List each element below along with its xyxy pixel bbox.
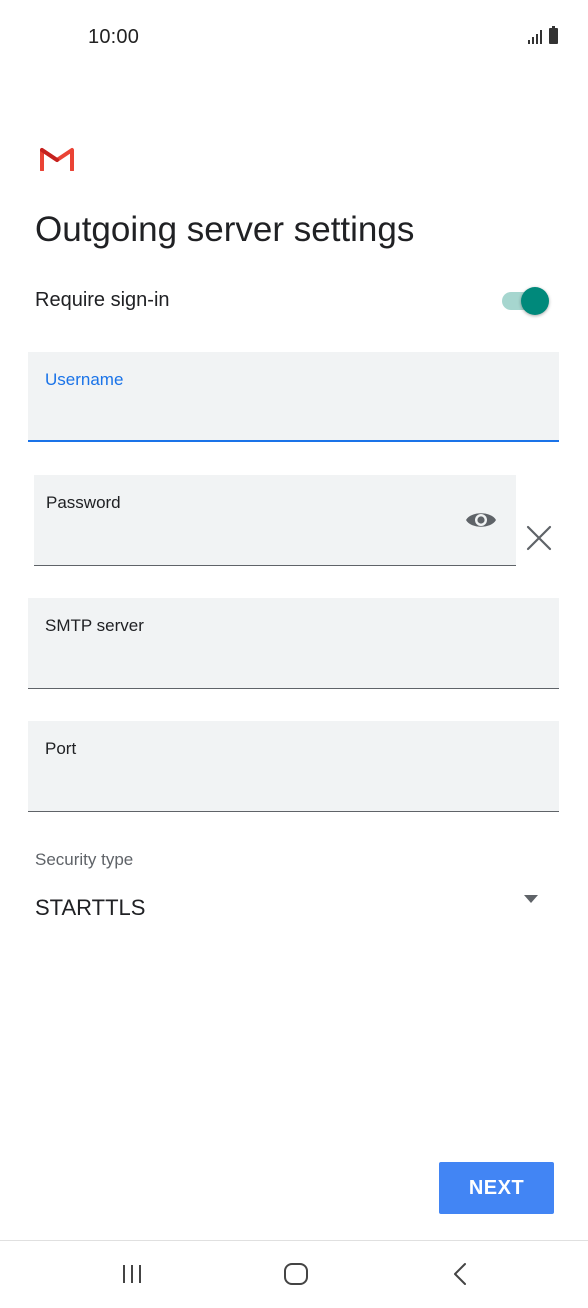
security-type-value: STARTTLS [35, 895, 146, 920]
port-input[interactable] [44, 776, 543, 802]
next-button[interactable]: NEXT [439, 1162, 554, 1214]
toggle-thumb [521, 287, 549, 315]
require-signin-toggle[interactable] [502, 286, 550, 316]
security-type-label: Security type [35, 850, 134, 869]
gmail-logo [40, 148, 74, 171]
port-underline [28, 811, 559, 812]
smtp-server-input[interactable] [44, 653, 543, 679]
password-underline [34, 565, 516, 566]
username-input[interactable] [44, 406, 543, 432]
home-icon [284, 1263, 308, 1285]
username-label: Username [45, 370, 124, 389]
smtp-server-label: SMTP server [45, 616, 144, 635]
home-button[interactable] [256, 1252, 336, 1296]
recent-apps-icon [123, 1265, 141, 1283]
username-field[interactable]: Username [28, 352, 559, 442]
signal-icon [528, 28, 542, 44]
password-field[interactable]: Password [34, 475, 516, 566]
password-input[interactable] [46, 530, 456, 556]
recent-apps-button[interactable] [92, 1252, 172, 1296]
page-title: Outgoing server settings [35, 210, 415, 249]
nav-divider [0, 1240, 588, 1241]
back-button[interactable] [420, 1252, 500, 1296]
port-label: Port [45, 739, 77, 758]
username-underline [28, 440, 559, 442]
chevron-down-icon [524, 895, 538, 903]
status-icons [528, 26, 558, 44]
smtp-server-underline [28, 688, 559, 689]
battery-icon [549, 26, 558, 44]
back-icon [454, 1263, 466, 1285]
password-label: Password [46, 493, 121, 512]
eye-icon[interactable] [465, 508, 497, 532]
require-signin-label: Require sign-in [35, 289, 170, 311]
smtp-server-field[interactable]: SMTP server [28, 598, 559, 689]
status-time: 10:00 [88, 26, 140, 48]
close-icon[interactable] [526, 525, 552, 551]
port-field[interactable]: Port [28, 721, 559, 812]
